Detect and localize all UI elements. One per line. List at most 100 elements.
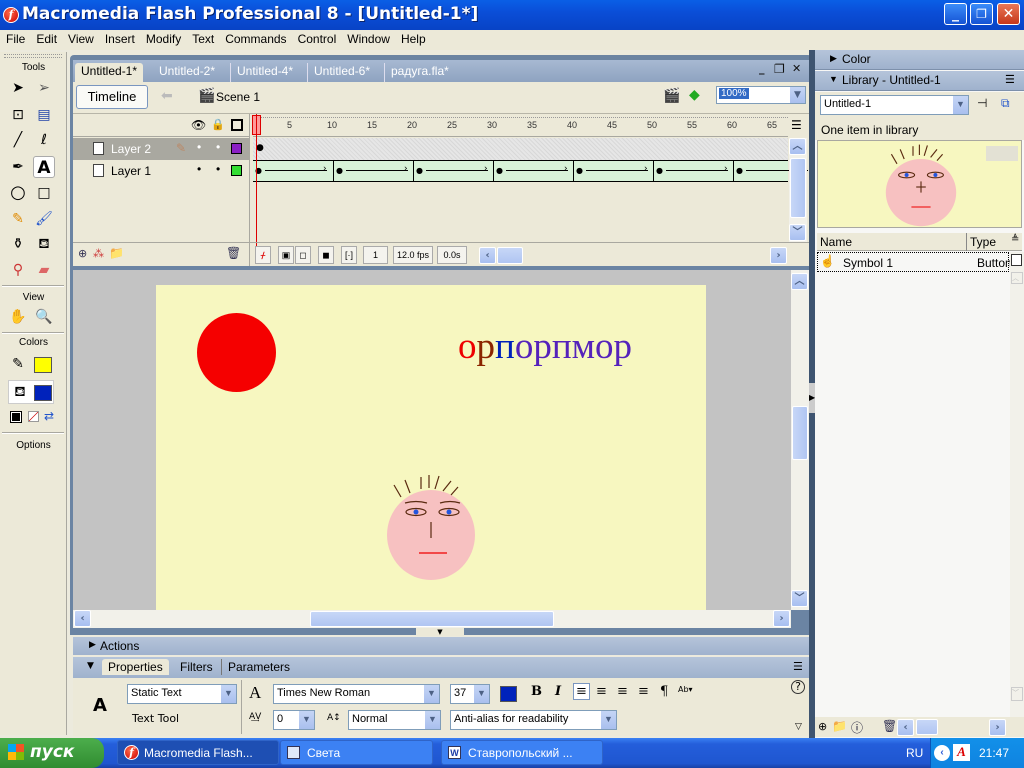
- layer-color-box[interactable]: [231, 165, 242, 176]
- scroll-left-button[interactable]: ‹: [897, 719, 914, 736]
- wide-view-icon[interactable]: [1011, 254, 1022, 266]
- scroll-right-button[interactable]: ›: [770, 247, 787, 264]
- pin-library-icon[interactable]: ⊣: [977, 96, 987, 110]
- oval-tool-icon[interactable]: ○: [7, 182, 29, 204]
- stage-text[interactable]: орпорпмор: [458, 328, 632, 365]
- timeline-toggle-button[interactable]: Timeline: [76, 85, 148, 109]
- lock-icon[interactable]: 🔒: [211, 118, 225, 131]
- outline-icon[interactable]: [231, 119, 243, 131]
- line-tool-icon[interactable]: ╱: [7, 129, 29, 151]
- chevron-down-icon[interactable]: ▼: [600, 711, 616, 729]
- insert-layer-icon[interactable]: ⊕: [78, 247, 87, 260]
- tab-untitled-4[interactable]: Untitled-4*: [230, 63, 299, 82]
- menu-edit[interactable]: Edit: [30, 30, 62, 46]
- menu-file[interactable]: File: [0, 30, 30, 46]
- motion-tween-span[interactable]: ●›: [493, 161, 573, 181]
- antivirus-tray-icon[interactable]: A: [953, 744, 970, 761]
- pencil-tool-icon[interactable]: ✎: [7, 208, 29, 230]
- tab-untitled-6[interactable]: Untitled-6*: [307, 63, 376, 82]
- stage[interactable]: орпорпмор: [156, 285, 706, 610]
- lock-dot[interactable]: •: [216, 140, 220, 154]
- lock-dot[interactable]: •: [216, 162, 220, 176]
- font-size-input[interactable]: 37 ▼: [450, 684, 490, 704]
- layer-color-box[interactable]: [231, 143, 242, 154]
- motion-tween-span[interactable]: ●›: [413, 161, 493, 181]
- column-name-header[interactable]: Name: [820, 235, 852, 249]
- modify-onion-markers-button[interactable]: [·]: [341, 246, 357, 264]
- keyframe[interactable]: ●: [256, 143, 264, 153]
- align-center-button[interactable]: ≡: [596, 684, 607, 699]
- preview-play-area[interactable]: [986, 146, 1018, 161]
- scroll-thumb[interactable]: [310, 611, 554, 627]
- scroll-left-button[interactable]: ‹: [74, 610, 91, 627]
- chevron-down-icon[interactable]: ▼: [298, 711, 314, 729]
- ink-bottle-tool-icon[interactable]: ⚱: [7, 233, 29, 255]
- library-item[interactable]: ☝ Symbol 1 Button: [817, 252, 1010, 272]
- actions-panel-header[interactable]: ▶ Actions: [73, 637, 809, 655]
- edit-scene-icon[interactable]: 🎬: [663, 88, 680, 104]
- frame-ruler[interactable]: 15101520253035404550556065: [253, 114, 788, 137]
- chevron-down-icon[interactable]: ▼: [220, 685, 236, 703]
- expand-panel-icon[interactable]: ▽: [795, 722, 802, 732]
- center-frame-button[interactable]: ᚋ: [255, 246, 271, 264]
- scroll-up-button[interactable]: ︿: [791, 273, 808, 290]
- tab-parameters[interactable]: Parameters: [221, 659, 296, 675]
- new-library-panel-icon[interactable]: ⧉: [1001, 96, 1010, 111]
- panel-grip[interactable]: [4, 54, 62, 58]
- align-right-button[interactable]: ≡: [617, 684, 628, 699]
- stage-vscroll[interactable]: ︿ ﹀: [791, 270, 809, 610]
- properties-icon[interactable]: ⓘ: [851, 719, 863, 736]
- selection-tool-icon[interactable]: ➤: [7, 77, 29, 99]
- edit-symbols-icon[interactable]: ◆: [689, 87, 700, 103]
- scroll-thumb[interactable]: [790, 158, 806, 218]
- brush-tool-icon[interactable]: 🖌: [33, 208, 55, 230]
- collapse-panel-button[interactable]: ▼: [416, 628, 464, 636]
- layer-row-1[interactable]: Layer 1 • •: [73, 160, 249, 182]
- scroll-left-button[interactable]: ‹: [479, 247, 496, 264]
- taskbar-item-flash[interactable]: f Macromedia Flash...: [117, 740, 279, 765]
- panel-menu-icon[interactable]: ☰: [793, 660, 803, 673]
- align-left-button[interactable]: ≡: [573, 683, 590, 700]
- start-button[interactable]: пуск: [0, 738, 104, 768]
- onion-skin-button[interactable]: ▣: [278, 246, 294, 264]
- lasso-tool-icon[interactable]: ℓ: [33, 129, 55, 151]
- scroll-thumb[interactable]: [792, 406, 808, 460]
- column-type-header[interactable]: Type: [970, 235, 996, 249]
- edit-multiple-frames-button[interactable]: ◼: [318, 246, 334, 264]
- eye-icon[interactable]: 👁: [191, 118, 206, 132]
- library-vscroll[interactable]: ︿ ﹀: [1010, 252, 1024, 717]
- motion-tween-span[interactable]: ●›: [653, 161, 733, 181]
- frame-row-layer-2[interactable]: ●: [253, 138, 788, 160]
- justify-button[interactable]: ≡: [638, 684, 649, 699]
- minimize-button[interactable]: _: [944, 3, 967, 25]
- hand-tool-icon[interactable]: ✋: [7, 306, 29, 328]
- doc-close-button[interactable]: ✕: [792, 62, 801, 75]
- delete-icon[interactable]: 🗑: [882, 719, 897, 733]
- menu-commands[interactable]: Commands: [219, 30, 291, 46]
- text-color-swatch[interactable]: [500, 686, 517, 702]
- scroll-right-button[interactable]: ›: [773, 610, 790, 627]
- insert-folder-icon[interactable]: 📁: [109, 246, 124, 260]
- layer-row-2[interactable]: Layer 2 ✎ • •: [73, 138, 249, 160]
- scroll-down-button[interactable]: ﹀: [1011, 687, 1023, 701]
- scroll-up-button[interactable]: ︿: [1011, 272, 1023, 284]
- tab-untitled-2[interactable]: Untitled-2*: [153, 63, 221, 82]
- gradient-transform-tool-icon[interactable]: ▤: [33, 104, 55, 126]
- motion-tween-span[interactable]: ●›: [573, 161, 653, 181]
- scroll-right-button[interactable]: ›: [989, 719, 1006, 736]
- text-direction-icon[interactable]: Ab▾: [678, 685, 693, 694]
- chevron-down-icon[interactable]: ▼: [952, 96, 968, 114]
- menu-window[interactable]: Window: [341, 30, 395, 46]
- text-type-select[interactable]: Static Text ▼: [127, 684, 237, 704]
- clock[interactable]: 21:47: [979, 746, 1009, 760]
- doc-minimize-button[interactable]: _: [759, 62, 765, 75]
- chevron-down-icon[interactable]: ▼: [473, 685, 489, 703]
- tab-untitled-1[interactable]: Untitled-1*: [75, 63, 144, 82]
- taskbar-item-word[interactable]: W Ставропольский ...: [441, 740, 603, 765]
- timeline-hscroll-thumb[interactable]: [497, 247, 523, 264]
- onion-skin-outlines-button[interactable]: ◻: [295, 246, 311, 264]
- doc-restore-button[interactable]: ❐: [774, 62, 785, 76]
- black-white-icon[interactable]: [10, 411, 22, 423]
- eraser-tool-icon[interactable]: ▰: [33, 259, 55, 281]
- menu-control[interactable]: Control: [292, 30, 342, 46]
